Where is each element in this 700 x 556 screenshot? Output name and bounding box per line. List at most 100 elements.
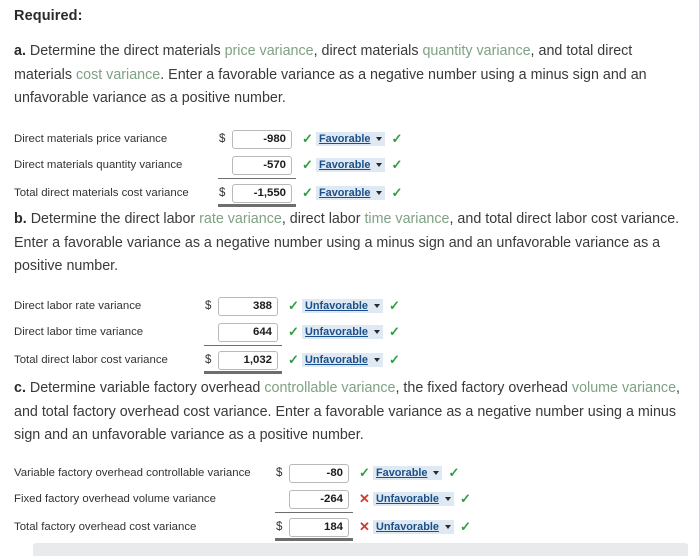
subtotal-rule-bottom: [218, 204, 296, 207]
row-label: Total direct labor cost variance: [14, 354, 168, 366]
select-correct-check-icon: ✓: [388, 352, 400, 367]
chevron-down-icon: [373, 304, 380, 308]
part-b-text-1: Determine the direct labor: [26, 211, 200, 227]
chevron-down-icon: [376, 137, 383, 141]
part-a-text-1: Determine the direct materials: [25, 43, 225, 59]
variance-type-select[interactable]: Unfavorable: [373, 492, 454, 506]
part-c-term-2: volume variance: [571, 380, 677, 396]
row-label: Direct labor time variance: [14, 326, 144, 338]
part-a-text-2: , direct materials: [313, 43, 423, 59]
answer-field: ✓ Favorable ✓: [219, 152, 402, 178]
variance-amount-input[interactable]: [232, 183, 292, 203]
variance-type-select[interactable]: Favorable: [316, 186, 386, 200]
variance-type-select[interactable]: Unfavorable: [302, 299, 383, 313]
variance-type-select[interactable]: Unfavorable: [302, 325, 383, 339]
part-c-text-1: Determine variable factory overhead: [25, 380, 265, 396]
variance-type-value: Unfavorable: [305, 326, 368, 338]
variance-type-select[interactable]: Unfavorable: [302, 353, 383, 367]
part-b-term-2: time variance: [364, 211, 450, 227]
worksheet-page: Required: a. Determine the direct materi…: [0, 0, 700, 556]
select-correct-check-icon: ✓: [388, 324, 400, 339]
currency-symbol: $: [205, 354, 212, 366]
row-label: Total direct materials cost variance: [14, 187, 189, 199]
chevron-down-icon: [373, 358, 380, 362]
part-b-letter: b.: [14, 211, 27, 227]
part-b-term-1: rate variance: [199, 211, 282, 227]
answer-field: $ ✓ Unfavorable ✓: [205, 347, 400, 373]
row-label: Fixed factory overhead volume variance: [14, 493, 216, 505]
variance-type-value: Favorable: [376, 467, 428, 479]
answer-field: $ ✓ Favorable ✓: [276, 460, 459, 486]
part-b-text-2: , direct labor: [281, 211, 365, 227]
row-label: Direct materials quantity variance: [14, 159, 183, 171]
variance-amount-input[interactable]: [232, 155, 292, 175]
correct-check-icon: ✓: [302, 157, 313, 172]
correct-check-icon: ✓: [302, 185, 313, 200]
select-correct-check-icon: ✓: [459, 491, 471, 506]
currency-symbol: $: [205, 300, 212, 312]
correct-check-icon: ✓: [288, 324, 299, 339]
page-title: Required:: [14, 8, 83, 24]
part-b-instructions: b. Determine the direct labor rate varia…: [14, 208, 692, 279]
answer-field: $ ✓ Favorable ✓: [219, 180, 402, 206]
variance-amount-input[interactable]: [289, 463, 349, 483]
variance-type-select[interactable]: Favorable: [373, 466, 443, 480]
select-correct-check-icon: ✓: [448, 465, 460, 480]
select-correct-check-icon: ✓: [391, 185, 403, 200]
part-a-letter: a.: [14, 43, 26, 59]
chevron-down-icon: [376, 191, 383, 195]
subtotal-rule-top: [204, 345, 282, 346]
chevron-down-icon: [376, 163, 383, 167]
part-a-term-1: price variance: [224, 43, 314, 59]
part-c-instructions: c. Determine variable factory overhead c…: [14, 377, 692, 448]
variance-type-value: Favorable: [319, 133, 371, 145]
part-c-text-2: , the fixed factory overhead: [395, 380, 572, 396]
subtotal-rule-top: [275, 512, 353, 513]
variance-type-value: Favorable: [319, 187, 371, 199]
variance-type-value: Unfavorable: [305, 354, 368, 366]
correct-check-icon: ✓: [359, 465, 370, 480]
part-a-term-3: cost variance: [75, 66, 161, 83]
variance-amount-input[interactable]: [218, 322, 278, 342]
incorrect-cross-icon: ✕: [359, 491, 370, 506]
select-correct-check-icon: ✓: [391, 157, 403, 172]
select-correct-check-icon: ✓: [388, 298, 400, 313]
subtotal-rule-bottom: [275, 538, 353, 541]
subtotal-rule-bottom: [204, 371, 282, 374]
variance-amount-input[interactable]: [289, 489, 349, 509]
answer-field: ✕ Unfavorable ✓: [276, 486, 471, 512]
currency-symbol: $: [276, 521, 283, 533]
variance-type-value: Favorable: [319, 159, 371, 171]
correct-check-icon: ✓: [302, 131, 313, 146]
variance-amount-input[interactable]: [289, 517, 349, 537]
answer-field: ✓ Unfavorable ✓: [205, 319, 400, 345]
answer-field: $ ✕ Unfavorable ✓: [276, 514, 471, 540]
variance-type-select[interactable]: Unfavorable: [373, 520, 454, 534]
row-label: Direct labor rate variance: [14, 300, 142, 312]
variance-type-select[interactable]: Favorable: [316, 158, 386, 172]
variance-type-value: Unfavorable: [305, 300, 368, 312]
variance-amount-input[interactable]: [218, 350, 278, 370]
select-correct-check-icon: ✓: [391, 131, 403, 146]
variance-amount-input[interactable]: [218, 296, 278, 316]
chevron-down-icon: [444, 525, 451, 529]
row-label: Total factory overhead cost variance: [14, 521, 197, 533]
chevron-down-icon: [373, 330, 380, 334]
correct-check-icon: ✓: [288, 298, 299, 313]
chevron-down-icon: [444, 497, 451, 501]
variance-type-value: Unfavorable: [376, 493, 439, 505]
incorrect-cross-icon: ✕: [359, 519, 370, 534]
variance-amount-input[interactable]: [232, 129, 292, 149]
currency-symbol: $: [219, 133, 226, 145]
correct-check-icon: ✓: [288, 352, 299, 367]
answer-field: $ ✓ Favorable ✓: [219, 126, 402, 152]
answer-field: $ ✓ Unfavorable ✓: [205, 293, 400, 319]
part-c-term-1: controllable variance: [264, 380, 396, 396]
currency-symbol: $: [219, 187, 226, 199]
bottom-panel: [33, 543, 688, 556]
part-c-letter: c.: [14, 380, 26, 396]
variance-type-select[interactable]: Favorable: [316, 132, 386, 146]
part-a-term-2: quantity variance: [422, 43, 531, 59]
row-label: Variable factory overhead controllable v…: [14, 467, 251, 479]
row-label: Direct materials price variance: [14, 133, 168, 145]
